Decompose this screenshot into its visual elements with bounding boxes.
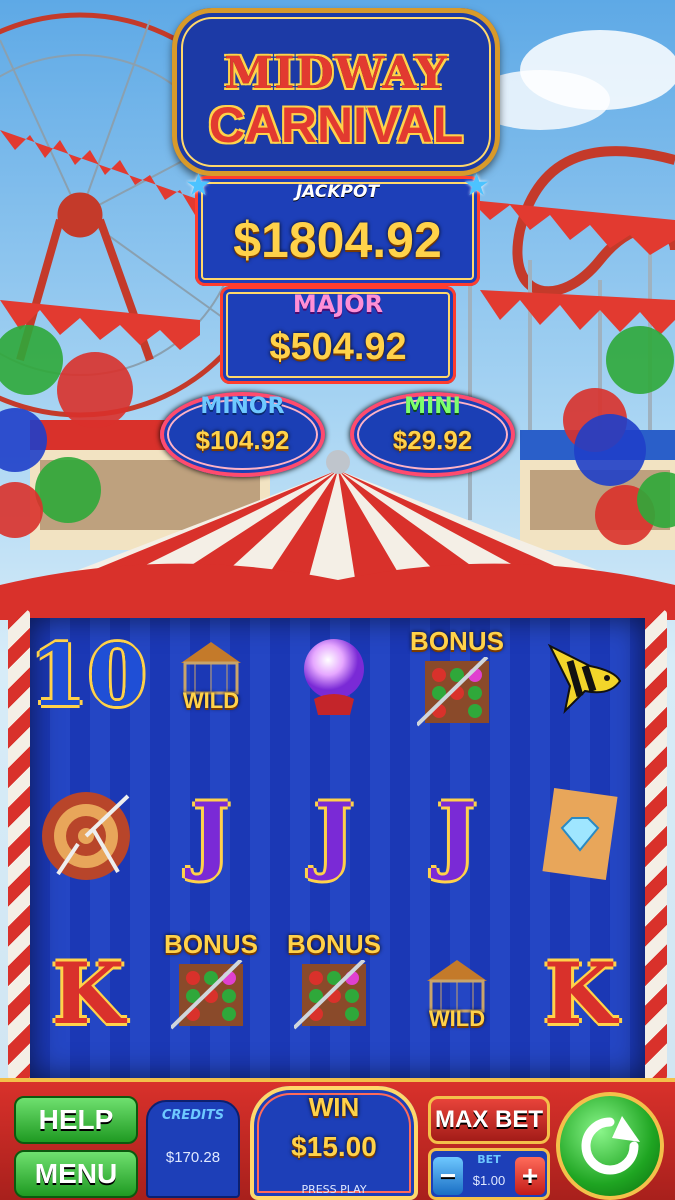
wild-label: WILD [182, 688, 240, 713]
help-button[interactable]: HELP [14, 1096, 138, 1144]
bonus-label: BONUS [410, 625, 504, 656]
bet-panel: − BET $1.00 + [428, 1148, 550, 1200]
diamond-ticket-icon [542, 787, 618, 881]
king-symbol-label: K [51, 944, 125, 1043]
win-value: $15.00 [291, 1131, 377, 1162]
star-icon: ★ [463, 168, 490, 203]
bet-decrease-button[interactable]: − [433, 1157, 463, 1195]
reel-symbol-jack: J [278, 778, 390, 890]
minor-panel: MINOR $104.92 [160, 392, 325, 477]
bonus-label: BONUS [287, 928, 381, 959]
major-value: $504.92 [269, 326, 407, 368]
major-panel: MAJOR $504.92 [220, 286, 456, 384]
bet-value: $1.00 [472, 1173, 506, 1188]
bonus-label: BONUS [164, 928, 258, 959]
spin-arrow-icon [581, 1116, 640, 1175]
title-line-1: MIDWAY [224, 48, 448, 99]
jack-symbol-label: J [437, 784, 477, 883]
reel-symbol-bonus: BONUS [155, 923, 267, 1035]
bet-label: BET [477, 1153, 501, 1166]
win-panel: WIN $15.00 PRESS PLAY [250, 1086, 418, 1200]
reel-symbol-bonus: BONUS [278, 923, 390, 1035]
star-icon: ★ [185, 168, 212, 203]
reel-symbol-king: K [524, 938, 636, 1050]
tent-pole-right [645, 610, 667, 1080]
reel-symbol-ten: 10 [29, 620, 147, 732]
reel-symbol-angelfish [524, 620, 636, 732]
jack-symbol-label: J [314, 784, 354, 883]
reel-area: 10 WILD BONUS J J J K BONUS BONUS WILD K [30, 618, 645, 1078]
reel-symbol-crystal-ball [278, 620, 390, 732]
mini-value: $29.92 [392, 425, 473, 455]
credits-value: $170.28 [165, 1149, 221, 1166]
dart-board-balloons-icon [294, 959, 366, 1029]
minor-value: $104.92 [195, 425, 290, 455]
max-bet-button[interactable]: MAX BET [428, 1096, 550, 1144]
major-label: MAJOR [292, 290, 384, 318]
reel-symbol-carousel-wild: WILD [401, 938, 513, 1050]
jackpot-label: JACKPOT [295, 182, 380, 202]
menu-button[interactable]: MENU [14, 1150, 138, 1198]
reel-symbol-jack: J [401, 778, 513, 890]
dart-board-balloons-icon [417, 656, 489, 726]
spin-button[interactable] [556, 1092, 664, 1200]
crystal-ball-icon [304, 639, 364, 715]
reel-symbol-jack: J [155, 778, 267, 890]
mini-label: MINI [404, 394, 461, 419]
king-symbol-label: K [543, 944, 617, 1043]
dart-board-balloons-icon [171, 959, 243, 1029]
wild-label: WILD [428, 1006, 486, 1031]
mini-panel: MINI $29.92 [350, 392, 515, 477]
control-bar: HELP MENU CREDITS $170.28 WIN $15.00 PRE… [0, 1078, 675, 1200]
credits-panel: CREDITS $170.28 [146, 1100, 240, 1198]
reel-symbol-diamond-ticket [524, 778, 636, 890]
win-label: WIN [308, 1092, 360, 1122]
title-sign: MIDWAY CARNIVAL [172, 8, 500, 176]
bet-increase-button[interactable]: + [515, 1157, 545, 1195]
reel-symbol-dart-target [32, 778, 144, 890]
tent-pole-left [8, 610, 30, 1080]
credits-label: CREDITS [161, 1108, 225, 1123]
reel-symbol-king: K [32, 938, 144, 1050]
reel-symbol-carousel-wild: WILD [155, 620, 267, 732]
jack-symbol-label: J [191, 784, 231, 883]
reel-symbol-bonus: BONUS [401, 620, 513, 732]
press-play-text: PRESS PLAY [301, 1183, 367, 1196]
jackpot-panel: JACKPOT $1804.92 ★ ★ [185, 168, 490, 286]
jackpot-value: $1804.92 [233, 212, 442, 268]
title-line-2: CARNIVAL [208, 97, 464, 153]
ten-symbol-label: 10 [29, 626, 147, 725]
angelfish-icon [547, 643, 622, 715]
dart-target-icon [42, 792, 130, 880]
minor-label: MINOR [200, 394, 285, 419]
game-screen: MIDWAY CARNIVAL JACKPOT $1804.92 ★ ★ MAJ… [0, 0, 675, 1200]
